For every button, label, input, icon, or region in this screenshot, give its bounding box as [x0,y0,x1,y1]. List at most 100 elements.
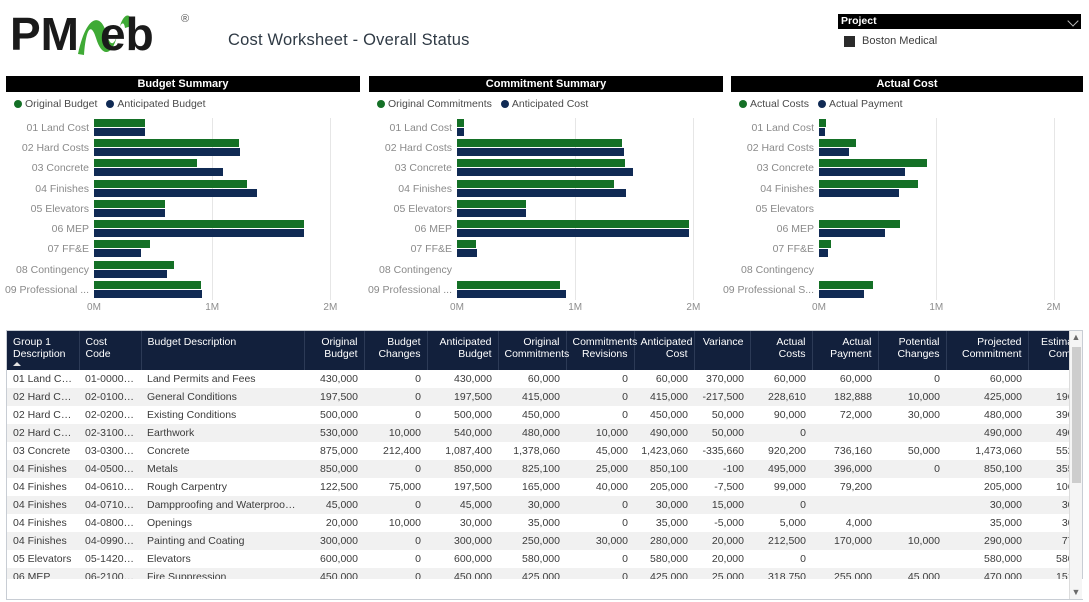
chart-bar[interactable] [457,240,476,248]
chart-bar[interactable] [94,261,174,269]
chart-bar[interactable] [457,290,566,298]
chart-bar[interactable] [819,128,825,136]
chart-bar[interactable] [819,168,905,176]
table-column-header[interactable]: Budget Description [141,331,304,370]
chart-bar[interactable] [457,159,625,167]
chart-bar[interactable] [819,220,900,228]
legend-item-anticipated-cost[interactable]: Anticipated Cost [501,98,588,110]
chart-bar[interactable] [94,209,165,217]
table-column-header[interactable]: Group 1 Description [7,331,79,370]
chart-bar-group[interactable] [94,158,354,178]
table-column-header[interactable]: Budget Changes [364,331,427,370]
chevron-down-icon[interactable]: ▼ [1070,586,1082,599]
legend-item-original-budget[interactable]: Original Budget [14,98,97,110]
legend-item-actual-costs[interactable]: Actual Costs [739,98,809,110]
chart-bar-group[interactable] [94,179,354,199]
chart-bar[interactable] [819,281,873,289]
table-scroll-viewport[interactable]: Group 1 DescriptionCost CodeBudget Descr… [7,331,1070,579]
chart-bar-group[interactable] [457,158,717,178]
chart-bar-group[interactable] [457,138,717,158]
table-column-header[interactable]: Original Commitments [498,331,566,370]
legend-item-anticipated-budget[interactable]: Anticipated Budget [106,98,205,110]
chart-bar[interactable] [819,249,828,257]
table-row[interactable]: 02 Hard Costs02-020000Existing Condition… [7,406,1070,424]
chart-bar[interactable] [457,139,622,147]
chart-bar[interactable] [457,148,624,156]
chart-bar[interactable] [94,159,197,167]
chart-bar[interactable] [457,220,689,228]
chart-bar-group[interactable] [819,219,1077,239]
chart-bar[interactable] [94,168,223,176]
chart-bar[interactable] [94,119,145,127]
table-column-header[interactable]: Anticipated Cost [634,331,694,370]
chart-plot-area[interactable]: 01 Land Cost02 Hard Costs03 Concrete04 F… [6,118,360,314]
chart-bar[interactable] [457,249,477,257]
chart-bar-group[interactable] [819,179,1077,199]
chart-bar[interactable] [94,290,202,298]
table-row[interactable]: 03 Concrete03-030000Concrete875,000212,4… [7,442,1070,460]
table-column-header[interactable]: Estimate to Complete [1028,331,1070,370]
chart-bar-group[interactable] [457,199,717,219]
table-row[interactable]: 02 Hard Costs02-310000Earthwork530,00010… [7,424,1070,442]
table-column-header[interactable]: Cost Code [79,331,141,370]
project-slicer[interactable]: Project Boston Medical [838,14,1081,47]
table-column-header[interactable]: Variance [694,331,750,370]
chart-bar-group[interactable] [819,280,1077,300]
chart-bar[interactable] [94,148,240,156]
chart-bar[interactable] [819,159,927,167]
chart-bar[interactable] [457,180,614,188]
chart-bar[interactable] [457,209,526,217]
project-slicer-header[interactable]: Project [838,14,1081,29]
chart-bar[interactable] [819,180,918,188]
chart-bar[interactable] [94,189,257,197]
chart-bar-group[interactable] [457,239,717,259]
table-row[interactable]: 06 MEP06-210000Fire Suppression450,00004… [7,568,1070,579]
chart-bar[interactable] [94,240,150,248]
chart-bar[interactable] [819,189,899,197]
chart-bar-group[interactable] [819,199,1077,219]
legend-item-actual-payment[interactable]: Actual Payment [818,98,903,110]
chart-bar[interactable] [819,290,864,298]
chart-bar[interactable] [94,249,141,257]
table-row[interactable]: 01 Land Cost01-000002Land Permits and Fe… [7,370,1070,388]
chart-bar-group[interactable] [819,239,1077,259]
table-row[interactable]: 05 Elevators05-142000Elevators600,000060… [7,550,1070,568]
project-slicer-item-boston-medical[interactable]: Boston Medical [838,29,1081,47]
chart-bar[interactable] [94,180,247,188]
chart-bar-group[interactable] [457,219,717,239]
chart-bar[interactable] [457,119,464,127]
checkbox-icon[interactable] [844,36,855,47]
table-row[interactable]: 02 Hard Costs02-010002General Conditions… [7,388,1070,406]
chart-bar-group[interactable] [94,138,354,158]
chart-bar[interactable] [457,189,626,197]
table-column-header[interactable]: Actual Costs [750,331,812,370]
chart-bar-group[interactable] [94,239,354,259]
cost-worksheet-table[interactable]: Group 1 DescriptionCost CodeBudget Descr… [6,330,1083,600]
chart-bar[interactable] [819,240,831,248]
chart-bar[interactable] [94,200,165,208]
chart-bar-group[interactable] [94,118,354,138]
chart-bar[interactable] [457,128,464,136]
chart-bar[interactable] [457,281,560,289]
table-row[interactable]: 04 Finishes04-071000Dampproofing and Wat… [7,496,1070,514]
chart-bar[interactable] [457,168,633,176]
table-vertical-scrollbar[interactable]: ▲ ▼ [1069,331,1082,599]
chart-bar-group[interactable] [457,118,717,138]
table-row[interactable]: 04 Finishes04-099000Painting and Coating… [7,532,1070,550]
table-row[interactable]: 04 Finishes04-050000Metals850,0000850,00… [7,460,1070,478]
table-column-header[interactable]: Commitments Revisions [566,331,634,370]
chart-bar[interactable] [819,229,885,237]
chart-bar[interactable] [94,139,239,147]
table-row[interactable]: 04 Finishes04-080000Openings20,00010,000… [7,514,1070,532]
table-row[interactable]: 04 Finishes04-061000Rough Carpentry122,5… [7,478,1070,496]
chart-plot-area[interactable]: 01 Land Cost02 Hard Costs03 Concrete04 F… [369,118,723,314]
chart-bar[interactable] [94,229,304,237]
chart-bar-group[interactable] [819,260,1077,280]
chart-bar[interactable] [94,270,167,278]
chart-bar[interactable] [457,200,526,208]
chart-bar[interactable] [94,220,304,228]
table-column-header[interactable]: Potential Changes [878,331,946,370]
table-column-header[interactable]: Original Budget [304,331,364,370]
chart-bar[interactable] [457,229,689,237]
table-column-header[interactable]: Projected Commitment [946,331,1028,370]
